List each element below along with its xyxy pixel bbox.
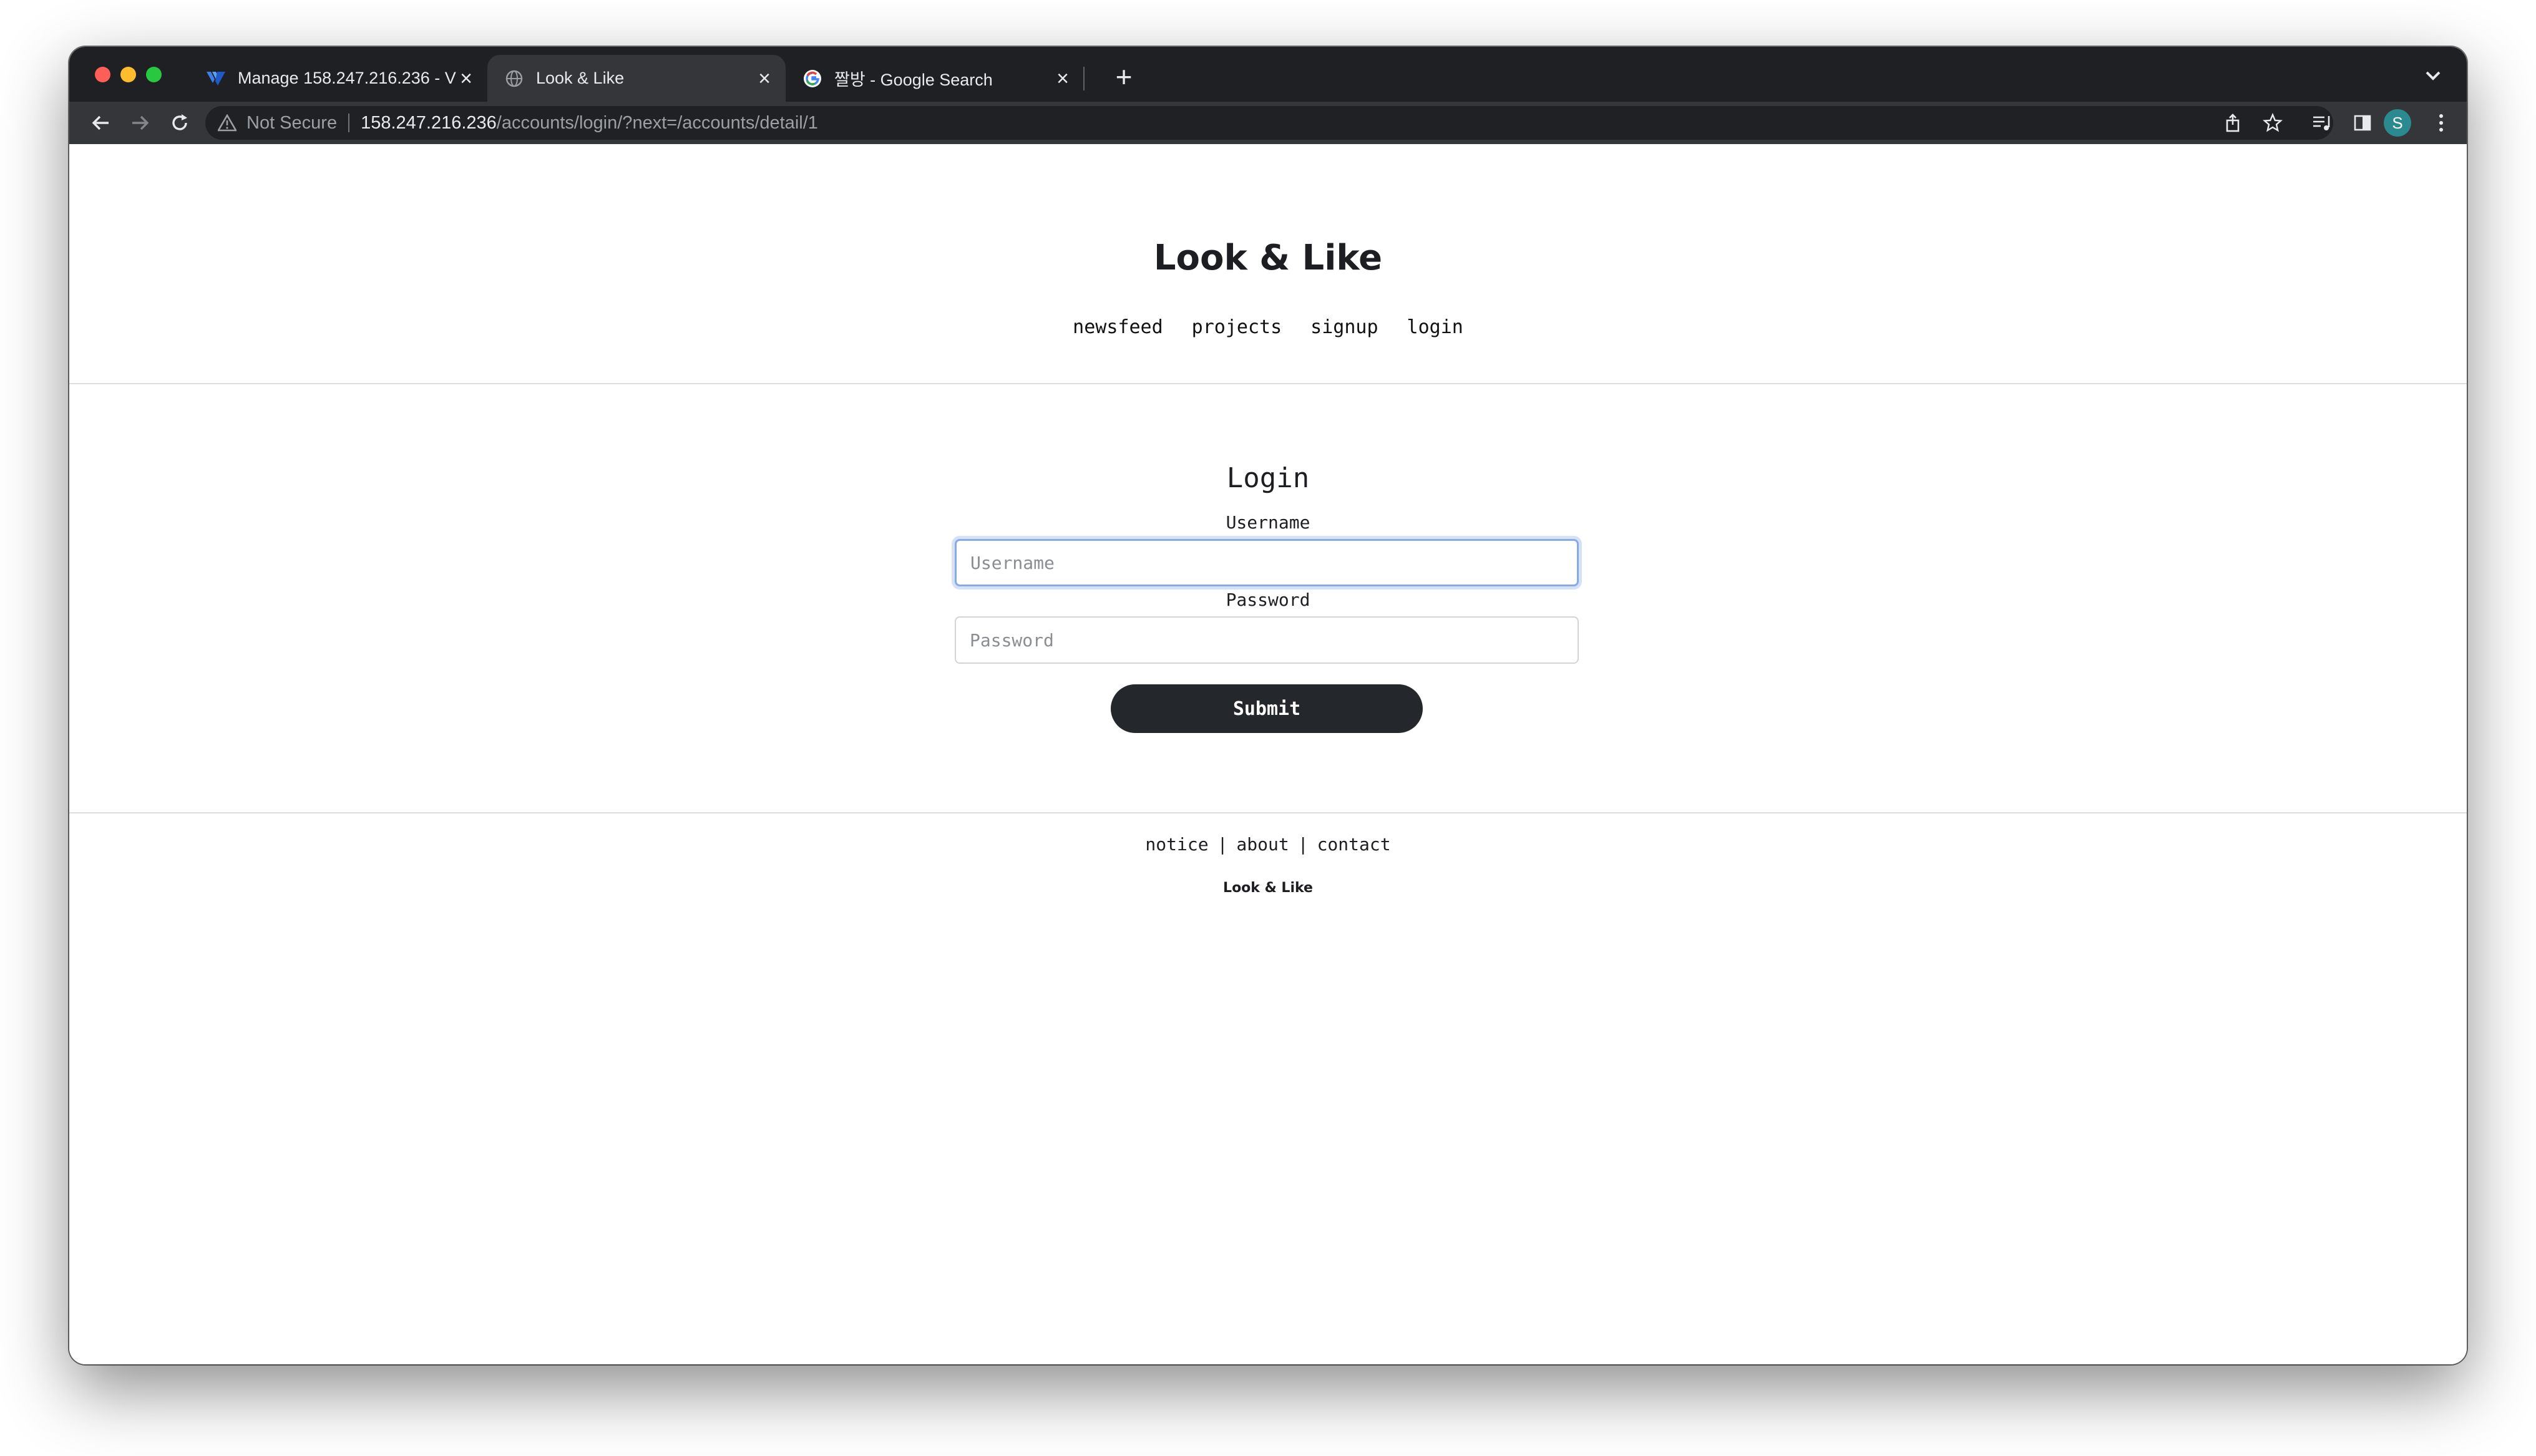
footer-links: notice | about | contact (69, 834, 2467, 855)
more-menu-icon[interactable] (2426, 108, 2456, 138)
nav-link-newsfeed[interactable]: newsfeed (1073, 316, 1163, 338)
forward-arrow-icon[interactable] (124, 107, 157, 139)
tab-google-search[interactable]: 짤방 - Google Search × (786, 55, 1084, 102)
new-tab-button[interactable]: + (1105, 58, 1143, 95)
tab-title: Look & Like (536, 69, 625, 87)
web-page: Look & Like newsfeed projects signup log… (69, 144, 2467, 1364)
close-window-button[interactable] (95, 67, 110, 82)
nav-link-signup[interactable]: signup (1310, 316, 1378, 338)
address-divider (348, 114, 350, 132)
submit-button[interactable]: Submit (1111, 684, 1423, 733)
security-status-label[interactable]: Not Secure (246, 113, 337, 133)
tab-title: Manage 158.247.216.236 - Vul (238, 69, 456, 87)
footer-divider (69, 812, 2467, 813)
close-tab-icon[interactable]: × (456, 68, 476, 89)
footer-separator: | (1217, 834, 1228, 855)
url-host: 158.247.216.236 (361, 112, 497, 133)
close-tab-icon[interactable]: × (1053, 68, 1073, 89)
footer-logo: Look & Like (1223, 880, 1313, 896)
nav-link-projects[interactable]: projects (1192, 316, 1282, 338)
share-icon[interactable] (2218, 108, 2248, 138)
tab-search-chevron-down-icon[interactable] (2418, 61, 2448, 90)
url-path: /accounts/login/?next=/accounts/detail/1 (496, 112, 818, 133)
login-title: Login (1226, 462, 1310, 494)
minimize-window-button[interactable] (120, 67, 136, 82)
username-label: Username (1226, 512, 1310, 533)
browser-window: Manage 158.247.216.236 - Vul × Look & Li… (69, 47, 2467, 1364)
footer-link-about[interactable]: about (1236, 834, 1289, 855)
site-logo[interactable]: Look & Like (69, 238, 2467, 278)
header-divider (69, 383, 2467, 384)
password-input[interactable] (955, 616, 1579, 664)
bookmark-star-icon[interactable] (2258, 108, 2288, 138)
tab-divider (1083, 67, 1085, 90)
google-icon (803, 69, 822, 88)
maximize-window-button[interactable] (146, 67, 162, 82)
address-bar[interactable]: Not Secure 158.247.216.236/accounts/logi… (205, 106, 2333, 140)
footer-separator: | (1297, 834, 1309, 855)
globe-icon (505, 69, 524, 88)
footer-link-notice[interactable]: notice (1145, 834, 1208, 855)
back-arrow-icon[interactable] (84, 107, 117, 139)
reload-icon[interactable] (163, 107, 196, 139)
warning-triangle-icon (218, 114, 237, 132)
vultr-icon (207, 69, 225, 88)
footer-link-contact[interactable]: contact (1317, 834, 1391, 855)
close-tab-icon[interactable]: × (754, 68, 774, 89)
username-input[interactable] (955, 539, 1579, 586)
tab-look-and-like[interactable]: Look & Like × (487, 55, 786, 102)
tab-vultr[interactable]: Manage 158.247.216.236 - Vul × (189, 55, 487, 102)
profile-avatar[interactable]: S (2384, 109, 2411, 137)
password-label: Password (1226, 590, 1310, 610)
nav-link-login[interactable]: login (1407, 316, 1463, 338)
browser-toolbar: Not Secure 158.247.216.236/accounts/logi… (69, 102, 2467, 144)
main-nav: newsfeed projects signup login (69, 316, 2467, 338)
tab-strip: Manage 158.247.216.236 - Vul × Look & Li… (69, 47, 2467, 102)
tab-title: 짤방 - Google Search (834, 70, 993, 89)
side-panel-icon[interactable] (2348, 108, 2378, 138)
media-controls-icon[interactable] (2308, 108, 2338, 138)
